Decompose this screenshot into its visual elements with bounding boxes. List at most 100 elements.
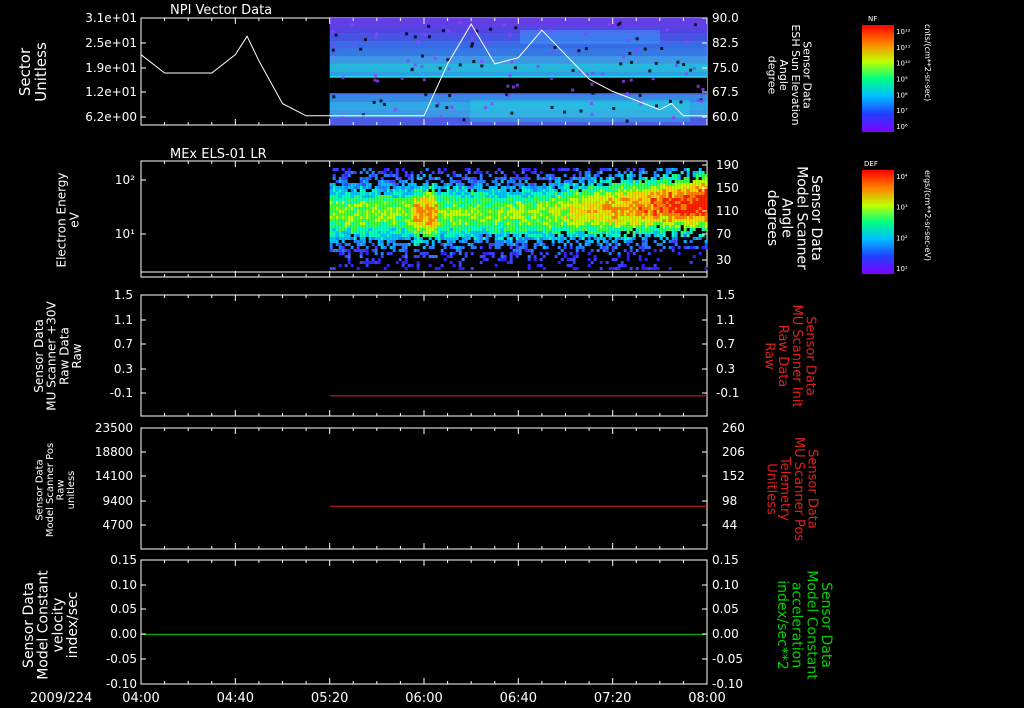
els-pixel bbox=[587, 216, 591, 219]
els-pixel bbox=[365, 225, 369, 228]
els-pixel bbox=[608, 225, 612, 228]
els-pixel bbox=[422, 228, 426, 231]
els-pixel bbox=[584, 243, 588, 246]
els-pixel bbox=[659, 192, 663, 195]
els-pixel bbox=[449, 255, 453, 258]
els-pixel bbox=[476, 195, 480, 198]
els-pixel bbox=[479, 180, 483, 183]
els-pixel bbox=[569, 198, 573, 201]
els-pixel bbox=[380, 186, 384, 189]
els-pixel bbox=[365, 264, 369, 267]
els-pixel bbox=[638, 195, 642, 198]
els-pixel bbox=[596, 249, 600, 252]
els-pixel bbox=[524, 222, 528, 225]
els-pixel bbox=[365, 216, 369, 219]
npi-speckle bbox=[490, 102, 494, 106]
els-pixel bbox=[578, 207, 582, 210]
npi-speckle bbox=[699, 99, 703, 103]
els-pixel bbox=[506, 222, 510, 225]
els-pixel bbox=[665, 183, 669, 186]
els-pixel bbox=[362, 216, 366, 219]
els-pixel bbox=[572, 216, 576, 219]
els-pixel bbox=[626, 210, 630, 213]
panel3-left-label-line: Raw bbox=[70, 343, 84, 368]
npi-speckle bbox=[510, 111, 514, 115]
npi-speckle bbox=[550, 51, 554, 55]
els-pixel bbox=[437, 216, 441, 219]
els-pixel bbox=[404, 258, 408, 261]
els-pixel bbox=[569, 258, 573, 261]
els-pixel bbox=[458, 219, 462, 222]
els-pixel bbox=[656, 180, 660, 183]
panel2-right-label: Sensor DataModel ScannerAngledegrees bbox=[764, 166, 824, 270]
els-pixel bbox=[416, 213, 420, 216]
els-pixel bbox=[446, 192, 450, 195]
els-pixel bbox=[335, 222, 339, 225]
els-pixel bbox=[479, 192, 483, 195]
els-pixel bbox=[389, 183, 393, 186]
els-pixel bbox=[527, 177, 531, 180]
els-pixel bbox=[341, 198, 345, 201]
els-pixel bbox=[458, 249, 462, 252]
els-pixel bbox=[689, 213, 693, 216]
els-pixel bbox=[572, 225, 576, 228]
tick-label: 0.3 bbox=[716, 362, 735, 376]
els-pixel bbox=[380, 240, 384, 243]
els-pixel bbox=[359, 195, 363, 198]
els-pixel bbox=[614, 222, 618, 225]
els-pixel bbox=[683, 180, 687, 183]
els-pixel bbox=[521, 210, 525, 213]
els-pixel bbox=[398, 213, 402, 216]
els-pixel bbox=[563, 201, 567, 204]
els-pixel bbox=[560, 192, 564, 195]
els-pixel bbox=[635, 192, 639, 195]
els-pixel bbox=[587, 258, 591, 261]
npi-speckle bbox=[626, 39, 630, 43]
npi-speckle bbox=[689, 68, 693, 72]
colorbar-tick-label: 10² bbox=[896, 234, 908, 242]
els-pixel bbox=[608, 180, 612, 183]
els-pixel bbox=[509, 258, 513, 261]
els-pixel bbox=[395, 198, 399, 201]
els-pixel bbox=[647, 180, 651, 183]
els-pixel bbox=[629, 198, 633, 201]
els-pixel bbox=[608, 231, 612, 234]
els-pixel bbox=[614, 258, 618, 261]
els-pixel bbox=[335, 216, 339, 219]
els-pixel bbox=[686, 198, 690, 201]
els-pixel bbox=[389, 192, 393, 195]
els-pixel bbox=[473, 207, 477, 210]
els-pixel bbox=[455, 201, 459, 204]
els-pixel bbox=[425, 240, 429, 243]
els-pixel bbox=[482, 228, 486, 231]
els-pixel bbox=[416, 198, 420, 201]
els-pixel bbox=[440, 216, 444, 219]
els-pixel bbox=[569, 201, 573, 204]
els-pixel bbox=[656, 210, 660, 213]
els-pixel bbox=[389, 210, 393, 213]
els-pixel bbox=[377, 225, 381, 228]
els-pixel bbox=[488, 222, 492, 225]
els-pixel bbox=[521, 219, 525, 222]
els-pixel bbox=[419, 186, 423, 189]
els-pixel bbox=[704, 267, 708, 270]
els-pixel bbox=[422, 192, 426, 195]
els-pixel bbox=[542, 246, 546, 249]
tick-label: 9400 bbox=[102, 494, 133, 508]
els-pixel bbox=[527, 234, 531, 237]
els-pixel bbox=[674, 177, 678, 180]
els-pixel bbox=[344, 231, 348, 234]
els-pixel bbox=[377, 234, 381, 237]
els-pixel bbox=[443, 252, 447, 255]
els-pixel bbox=[494, 195, 498, 198]
els-pixel bbox=[476, 225, 480, 228]
els-pixel bbox=[641, 240, 645, 243]
els-pixel bbox=[512, 201, 516, 204]
els-pixel bbox=[638, 225, 642, 228]
els-pixel bbox=[398, 249, 402, 252]
els-pixel bbox=[662, 216, 666, 219]
els-pixel bbox=[377, 198, 381, 201]
els-pixel bbox=[626, 222, 630, 225]
els-pixel bbox=[350, 198, 354, 201]
els-pixel bbox=[581, 210, 585, 213]
